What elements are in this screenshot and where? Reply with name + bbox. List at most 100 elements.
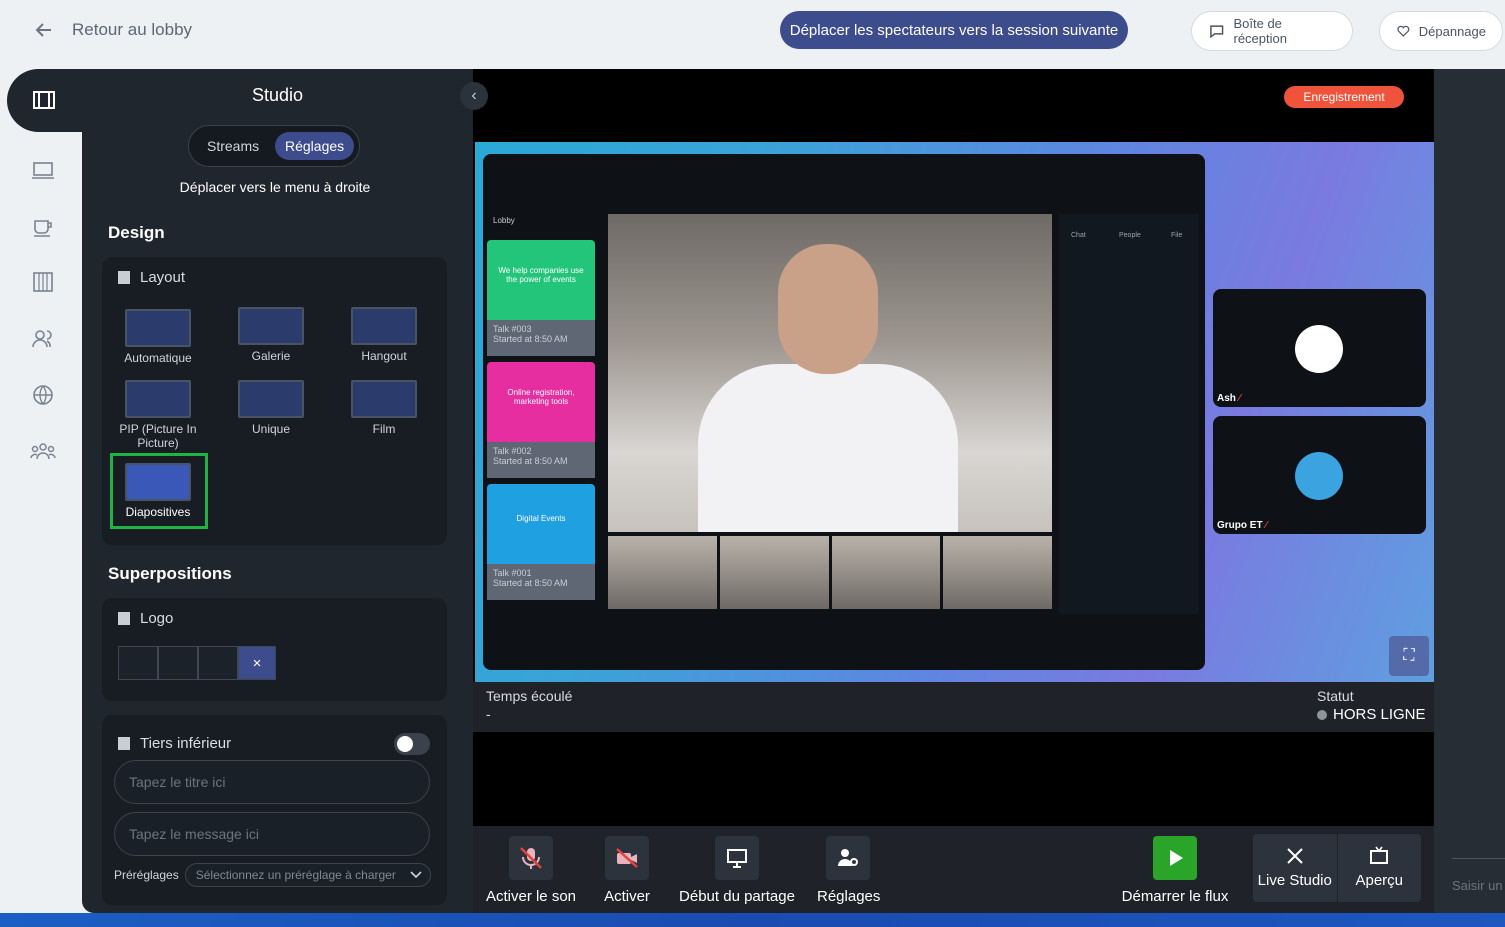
side-input[interactable]: Saisir un: [1452, 878, 1503, 893]
slide-talk-card: Online registration, marketing tools Tal…: [487, 362, 595, 478]
layout-galerie[interactable]: Galerie: [221, 307, 321, 363]
layout-hangout[interactable]: Hangout: [334, 307, 434, 363]
presenter-head: [778, 244, 878, 374]
layout-film[interactable]: Film: [334, 380, 434, 436]
talk-sub: Started at 8:50 AM: [493, 456, 568, 466]
layout-thumb: [351, 307, 417, 345]
right-sidebar: [1434, 69, 1505, 913]
logo-title: Logo: [140, 610, 174, 627]
inbox-button[interactable]: Boîte de réception: [1191, 11, 1353, 51]
layout-label: Galerie: [251, 349, 291, 363]
slide-lobby-label: Lobby: [493, 216, 515, 225]
video-thumb: [943, 536, 1052, 609]
share-label: Début du partage: [679, 888, 795, 905]
play-icon: [1153, 836, 1197, 880]
booth-icon[interactable]: [30, 270, 58, 294]
nav-studio-active[interactable]: [7, 69, 82, 132]
lower-third-toggle[interactable]: [394, 733, 430, 755]
preview-button[interactable]: Aperçu: [1336, 834, 1422, 902]
presenter-shirt: [698, 364, 958, 532]
participant-tile[interactable]: Grupo ET ⁄: [1213, 416, 1426, 534]
tab-streams[interactable]: Streams: [197, 132, 269, 160]
layout-label: Film: [372, 422, 396, 436]
participant-name: Grupo ET ⁄: [1217, 520, 1268, 531]
layout-thumb: [125, 380, 191, 418]
layout-thumb: [238, 307, 304, 345]
title-input[interactable]: Tapez le titre ici: [114, 760, 430, 804]
building-icon: [118, 612, 130, 625]
camera-off-icon: [605, 836, 649, 880]
start-stream-button[interactable]: Démarrer le flux: [1117, 836, 1233, 905]
people-icon[interactable]: [30, 327, 58, 351]
fullscreen-icon[interactable]: ⛶: [1389, 636, 1429, 676]
chat-tab: File: [1171, 232, 1183, 239]
tab-settings[interactable]: Réglages: [275, 132, 355, 160]
shared-screen: Lobby We help companies use the power of…: [483, 154, 1205, 670]
chat-tab: Chat: [1071, 232, 1086, 239]
talk-body: Talk #003 Started at 8:50 AM: [487, 320, 595, 356]
group-icon[interactable]: [30, 439, 58, 463]
chat-bubble-icon: [1210, 25, 1224, 39]
live-studio-label: Live Studio: [1257, 872, 1332, 889]
studio-title: Studio: [251, 85, 304, 105]
slide-talk-card: We help companies use the power of event…: [487, 240, 595, 356]
unmute-button[interactable]: Activer le son: [485, 836, 577, 905]
troubleshoot-label: Dépannage: [1418, 23, 1486, 39]
logo-pos-bottom-right[interactable]: [198, 646, 238, 680]
layout-thumb: [238, 380, 304, 418]
camera-label: Activer: [604, 888, 650, 905]
presets-select[interactable]: Sélectionnez un préréglage à charger: [184, 863, 431, 887]
coffee-icon[interactable]: [30, 215, 58, 239]
back-to-lobby[interactable]: Retour au lobby: [34, 20, 192, 40]
move-viewers-button[interactable]: Déplacer les spectateurs vers la session…: [780, 11, 1128, 49]
layout-label: Automatique: [124, 351, 192, 365]
layout-automatique[interactable]: Automatique: [108, 309, 208, 365]
troubleshoot-button[interactable]: Dépannage: [1379, 11, 1503, 51]
layout-thumb: [125, 309, 191, 347]
talk-sub: Started at 8:50 AM: [493, 578, 568, 588]
settings-button[interactable]: Réglages: [817, 836, 880, 905]
presets-row: Préréglages Sélectionnez un préréglage à…: [114, 863, 431, 887]
message-input[interactable]: Tapez le message ici: [114, 812, 430, 856]
design-heading: Design: [108, 223, 165, 242]
user-gear-icon: [826, 836, 870, 880]
share-button[interactable]: Début du partage: [677, 836, 797, 905]
layout-pip[interactable]: PIP (Picture In Picture): [108, 380, 208, 450]
layout-diapositives[interactable]: Diapositives: [108, 463, 208, 519]
logo-clear-button[interactable]: ×: [238, 646, 276, 680]
talk-banner: Online registration, marketing tools: [507, 388, 575, 406]
status-dot: [1317, 709, 1327, 720]
presets-label: Préréglages: [114, 868, 179, 882]
arrow-left-icon: [35, 23, 51, 37]
video-thumb: [608, 536, 717, 609]
collapse-panel-button[interactable]: ‹: [460, 82, 488, 110]
laptop-icon[interactable]: [30, 159, 58, 183]
film-icon: [33, 91, 55, 109]
talk-banner: Digital Events: [516, 514, 566, 523]
elapsed-value: -: [486, 706, 491, 722]
avatar: [1295, 452, 1343, 500]
elapsed-label: Temps écoulé: [486, 688, 573, 704]
video-thumb: [719, 536, 829, 609]
globe-icon[interactable]: [30, 383, 58, 407]
talk-body: Talk #001 Started at 8:50 AM: [487, 564, 595, 600]
participant-tile[interactable]: Ash ⁄: [1213, 289, 1426, 407]
view-mode-switch: Live Studio Aperçu: [1253, 834, 1421, 902]
live-studio-button[interactable]: Live Studio: [1253, 834, 1337, 902]
mic-muted-icon: ⁄: [1265, 520, 1268, 531]
recording-badge: Enregistrement: [1284, 86, 1404, 108]
move-menu-link[interactable]: Déplacer vers le menu à droite: [82, 179, 468, 195]
logo-card: Logo ×: [102, 598, 447, 701]
layout-title: Layout: [140, 269, 186, 286]
mic-muted-icon: ⁄: [1238, 393, 1241, 404]
layout-thumb: [125, 463, 191, 501]
stream-info-bar: Temps écoulé - Statut HORS LIGNE: [473, 682, 1434, 732]
status-label: Statut: [1317, 688, 1354, 704]
layout-unique[interactable]: Unique: [221, 380, 321, 436]
monitor-icon: [715, 836, 759, 880]
camera-button[interactable]: Activer: [599, 836, 655, 905]
logo-pos-top-right[interactable]: [158, 646, 198, 680]
logo-pos-top-left[interactable]: [118, 646, 158, 680]
chat-tab: People: [1119, 232, 1141, 239]
participant-name: Ash ⁄: [1217, 393, 1241, 404]
